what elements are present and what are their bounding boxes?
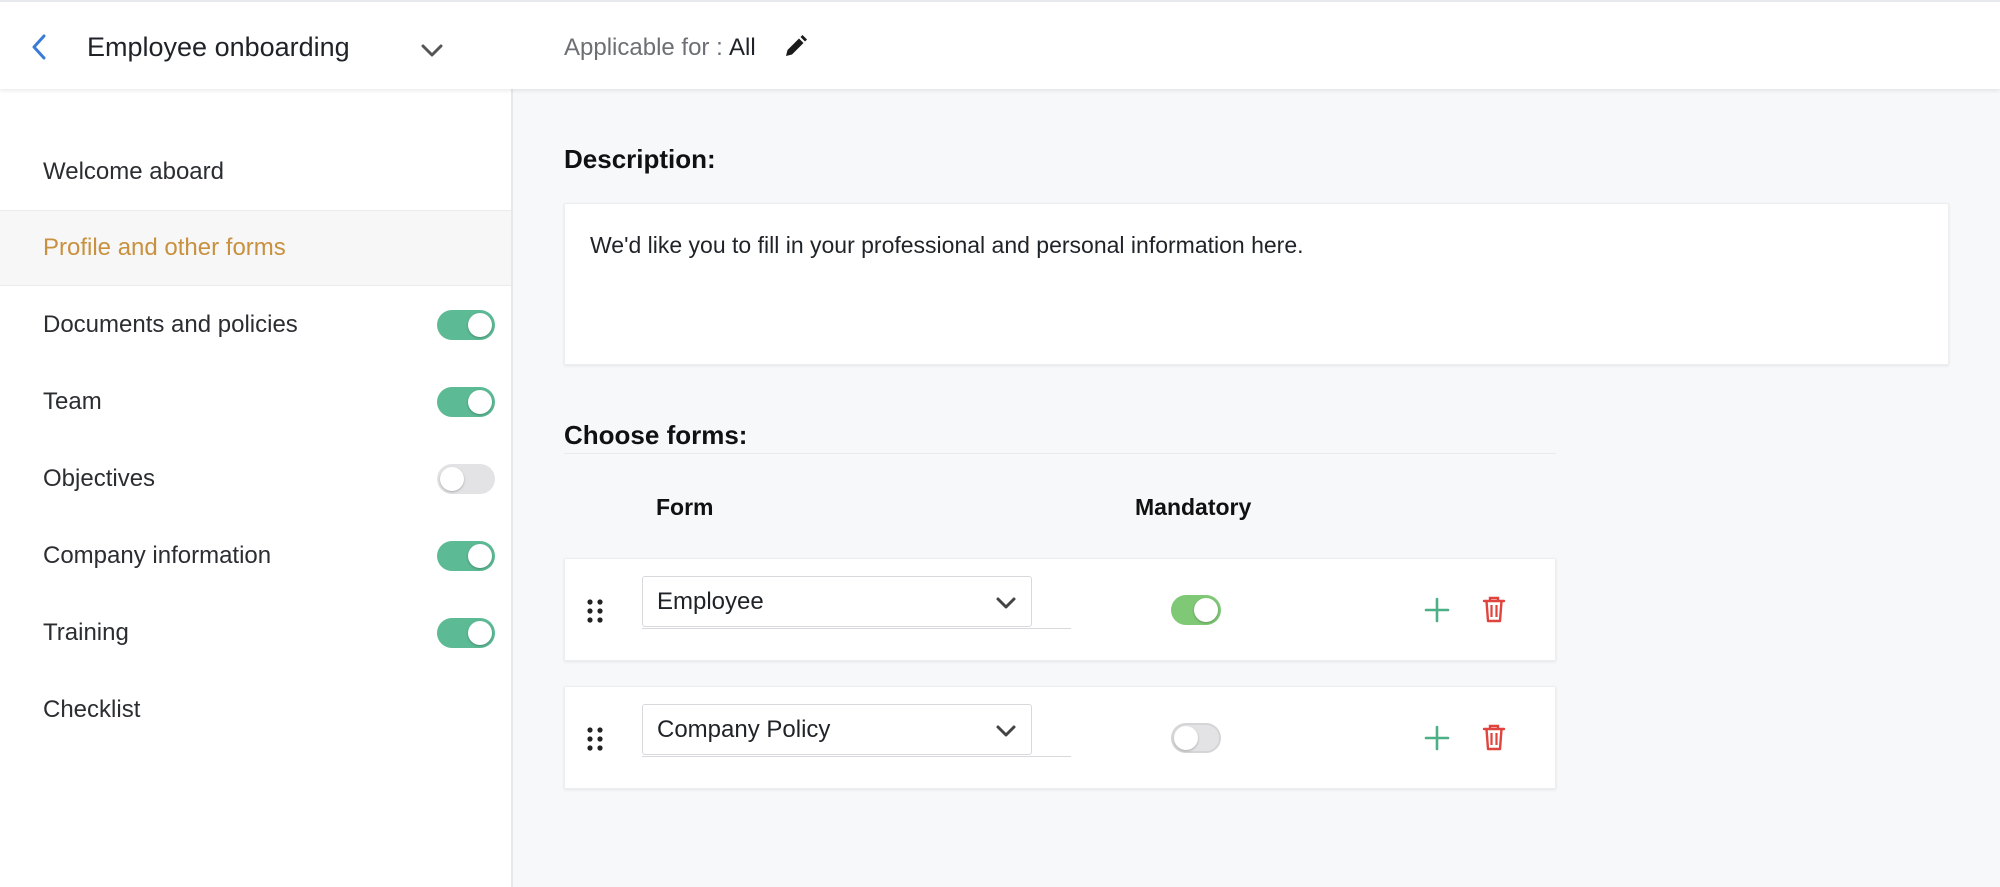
forms-divider bbox=[564, 453, 1556, 454]
sidebar-item-label: Training bbox=[43, 619, 129, 646]
chevron-down-icon bbox=[421, 44, 443, 57]
top-header: Employee onboarding Applicable for : All bbox=[0, 0, 2000, 89]
chevron-down-icon bbox=[996, 597, 1016, 609]
training-toggle[interactable] bbox=[437, 618, 495, 648]
form-select[interactable]: Company Policy bbox=[642, 704, 1032, 755]
documents-and-policies-toggle[interactable] bbox=[437, 310, 495, 340]
sidebar-item-documents-and-policies[interactable]: Documents and policies bbox=[0, 287, 511, 363]
chevron-down-icon bbox=[996, 725, 1016, 737]
select-underline bbox=[642, 756, 1071, 757]
back-button[interactable] bbox=[24, 30, 54, 64]
sidebar-item-training[interactable]: Training bbox=[0, 595, 511, 671]
choose-forms-heading: Choose forms: bbox=[564, 420, 748, 450]
drag-handle-icon[interactable] bbox=[585, 725, 605, 753]
sidebar-item-label: Documents and policies bbox=[43, 311, 298, 338]
chevron-left-icon bbox=[32, 34, 46, 60]
sidebar-item-company-information[interactable]: Company information bbox=[0, 518, 511, 594]
applicable-for-label: Applicable for : bbox=[564, 34, 723, 61]
sidebar-item-label: Welcome aboard bbox=[43, 158, 224, 185]
title-dropdown-button[interactable] bbox=[418, 38, 446, 62]
sidebar-item-welcome-aboard[interactable]: Welcome aboard bbox=[0, 134, 511, 210]
add-form-button[interactable] bbox=[1423, 724, 1451, 752]
company-information-toggle[interactable] bbox=[437, 541, 495, 571]
sidebar-item-team[interactable]: Team bbox=[0, 364, 511, 440]
sidebar-item-label: Profile and other forms bbox=[43, 234, 286, 261]
pencil-icon bbox=[786, 35, 807, 56]
form-row: Employee bbox=[564, 558, 1556, 661]
description-text: We'd like you to fill in your profession… bbox=[590, 232, 1304, 258]
select-underline bbox=[642, 628, 1071, 629]
description-heading: Description: bbox=[564, 144, 716, 174]
mandatory-toggle[interactable] bbox=[1171, 595, 1221, 625]
description-box[interactable]: We'd like you to fill in your profession… bbox=[564, 203, 1949, 365]
delete-form-button[interactable] bbox=[1482, 723, 1506, 751]
sidebar-item-objectives[interactable]: Objectives bbox=[0, 441, 511, 517]
edit-applicable-button[interactable] bbox=[782, 34, 808, 60]
form-row: Company Policy bbox=[564, 686, 1556, 789]
plus-icon bbox=[1424, 597, 1450, 623]
column-header-form: Form bbox=[656, 494, 714, 520]
form-select-value: Employee bbox=[657, 587, 764, 615]
column-header-mandatory: Mandatory bbox=[1135, 494, 1252, 520]
sidebar-item-label: Objectives bbox=[43, 465, 156, 492]
drag-handle-icon[interactable] bbox=[585, 597, 605, 625]
sidebar-item-checklist[interactable]: Checklist bbox=[0, 672, 511, 748]
delete-form-button[interactable] bbox=[1482, 595, 1506, 623]
sidebar-item-label: Company information bbox=[43, 542, 272, 569]
page-title: Employee onboarding bbox=[87, 32, 350, 62]
form-select-value: Company Policy bbox=[657, 715, 831, 743]
sidebar-item-label: Team bbox=[43, 388, 102, 415]
add-form-button[interactable] bbox=[1423, 596, 1451, 624]
sidebar: Welcome aboard Profile and other forms D… bbox=[0, 89, 513, 887]
mandatory-toggle[interactable] bbox=[1171, 723, 1221, 753]
trash-icon bbox=[1482, 596, 1506, 623]
objectives-toggle[interactable] bbox=[437, 464, 495, 494]
trash-icon bbox=[1482, 724, 1506, 751]
plus-icon bbox=[1424, 725, 1450, 751]
sidebar-item-profile-and-other-forms[interactable]: Profile and other forms bbox=[0, 210, 511, 286]
form-select[interactable]: Employee bbox=[642, 576, 1032, 627]
team-toggle[interactable] bbox=[437, 387, 495, 417]
applicable-for-value: All bbox=[729, 34, 756, 61]
sidebar-item-label: Checklist bbox=[43, 696, 141, 723]
